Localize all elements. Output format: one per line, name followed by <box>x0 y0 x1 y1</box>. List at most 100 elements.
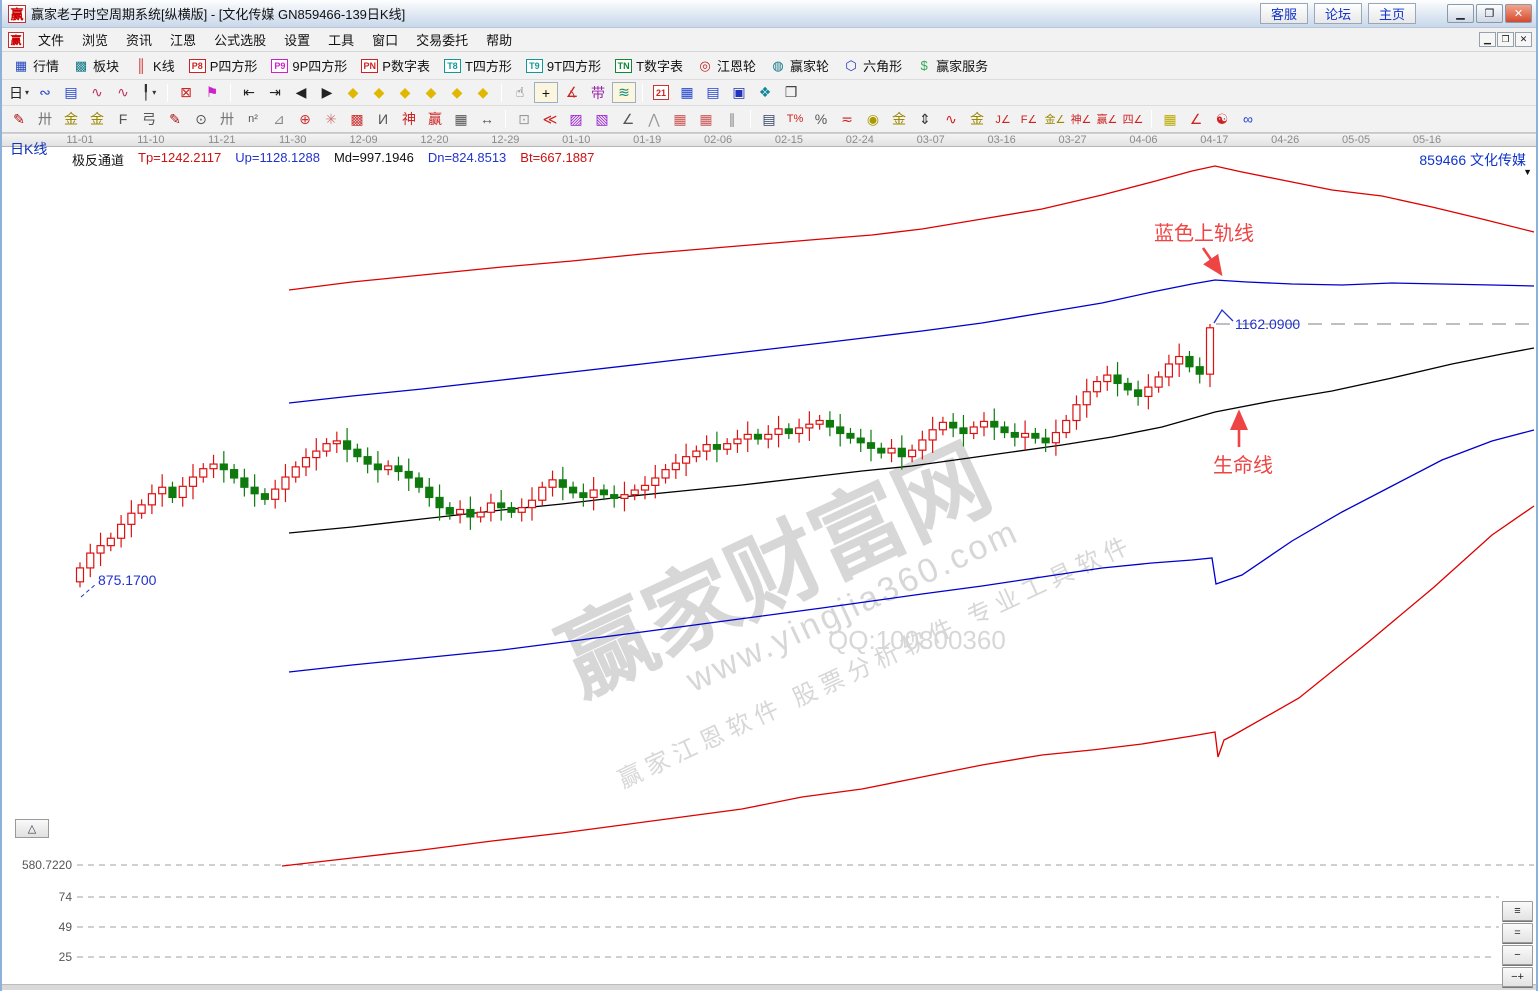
info-panel-button[interactable]: ▤ <box>59 82 83 103</box>
nav-next-button[interactable]: ▶ <box>315 82 339 103</box>
gann-box-tool[interactable]: ▩ <box>345 109 369 130</box>
menu-item-公式选股[interactable]: 公式选股 <box>205 28 275 51</box>
pen-tool[interactable]: ✎ <box>7 109 31 130</box>
formula-pattern-button[interactable]: ⊠ <box>174 82 198 103</box>
nav-last-button[interactable]: ⇥ <box>263 82 287 103</box>
gold-underline-tool[interactable]: 金 <box>965 109 989 130</box>
gold-lines-tool[interactable]: 金 <box>887 109 911 130</box>
gold-grid-tool[interactable]: 金 <box>59 109 83 130</box>
menu-item-设置[interactable]: 设置 <box>275 28 319 51</box>
t-percent-tool[interactable]: T% <box>783 109 807 130</box>
scale-medium-button[interactable]: = <box>1502 923 1533 943</box>
menu-item-帮助[interactable]: 帮助 <box>477 28 521 51</box>
minimize-button[interactable]: ▁ <box>1447 4 1474 23</box>
signal-flag-button[interactable]: ⚑ <box>200 82 224 103</box>
gann-diamond-cross-button[interactable]: ◆ <box>445 82 469 103</box>
price-arrow-tool[interactable]: ⇕ <box>913 109 937 130</box>
winner-wheel-button[interactable]: ◍赢家轮 <box>764 55 835 77</box>
angle-f-tool[interactable]: F∠ <box>1017 109 1041 130</box>
gann-diamond-h-button[interactable]: ◆ <box>393 82 417 103</box>
sectors-button[interactable]: ▩板块 <box>67 55 125 77</box>
dense-grid-tool[interactable]: ▦ <box>449 109 473 130</box>
child-restore-button[interactable]: ❐ <box>1497 32 1514 47</box>
child-close-button[interactable]: ✕ <box>1515 32 1532 47</box>
angle-ying-tool[interactable]: 赢∠ <box>1095 109 1119 130</box>
grid-yellow-tool[interactable]: ▦ <box>1158 109 1182 130</box>
box-tool[interactable]: ⊡ <box>512 109 536 130</box>
n-square-tool[interactable]: n² <box>241 109 265 130</box>
measure-pen-tool[interactable]: ✎ <box>163 109 187 130</box>
nav-first-button[interactable]: ⇤ <box>237 82 261 103</box>
square-grid2-tool[interactable]: ▦ <box>694 109 718 130</box>
gann-diamond-right-button[interactable]: ◆ <box>367 82 391 103</box>
gann-diamond-left-button[interactable]: ◆ <box>341 82 365 103</box>
angle-ruler-tool[interactable]: ⊿ <box>267 109 291 130</box>
gold-grid2-tool[interactable]: 金 <box>85 109 109 130</box>
trend-angle-tool[interactable]: ∠ <box>616 109 640 130</box>
starburst-tool[interactable]: ✳ <box>319 109 343 130</box>
mini-chart9-button[interactable]: ∿ <box>111 82 135 103</box>
scale-large-button[interactable]: ≡ <box>1502 901 1533 921</box>
ribbon-tool-button[interactable]: 带 <box>586 82 610 103</box>
calendar-button[interactable]: 21 <box>649 82 673 103</box>
spiral-tool[interactable]: 弓 <box>137 109 161 130</box>
child-minimize-button[interactable]: ▁ <box>1479 32 1496 47</box>
shen-grid-tool[interactable]: 神 <box>397 109 421 130</box>
calculator-button[interactable]: ▦ <box>675 82 699 103</box>
stock-name-label[interactable]: 859466 文化传媒 <box>1419 150 1526 170</box>
menu-item-资讯[interactable]: 资讯 <box>117 28 161 51</box>
nav-prev-button[interactable]: ◀ <box>289 82 313 103</box>
stock-dropdown-caret-icon[interactable]: ▼ <box>1523 167 1532 177</box>
width-measure-tool[interactable]: ↔ <box>475 109 499 130</box>
menu-item-窗口[interactable]: 窗口 <box>363 28 407 51</box>
gann-wheel-button[interactable]: ◎江恩轮 <box>691 55 762 77</box>
gann-diamond-all-button[interactable]: ◆ <box>471 82 495 103</box>
t9-square-button[interactable]: T99T四方形 <box>520 55 607 77</box>
fan-grid-tool[interactable]: ▧ <box>590 109 614 130</box>
gann-diamond-v-button[interactable]: ◆ <box>419 82 443 103</box>
t-square-button[interactable]: T8T四方形 <box>438 55 518 77</box>
percent-lines-tool[interactable]: ≂ <box>835 109 859 130</box>
p9-square-button[interactable]: P99P四方形 <box>265 55 353 77</box>
wave-tool[interactable]: ⋀ <box>642 109 666 130</box>
p-square-button[interactable]: P8P四方形 <box>183 55 264 77</box>
menu-item-江恩[interactable]: 江恩 <box>161 28 205 51</box>
web-station-button[interactable]: ❖ <box>753 82 777 103</box>
gold-circle-tool[interactable]: ◉ <box>861 109 885 130</box>
gann-compass-tool[interactable]: ⊕ <box>293 109 317 130</box>
percent-tool[interactable]: % <box>809 109 833 130</box>
parallel-lines-tool[interactable]: ∥ <box>720 109 744 130</box>
comb2-tool[interactable]: 卅 <box>215 109 239 130</box>
quotes-button[interactable]: ▦行情 <box>7 55 65 77</box>
home-button[interactable]: 主页 <box>1368 3 1416 24</box>
t-table-button[interactable]: TNT数字表 <box>609 55 689 77</box>
period-day-dropdown[interactable]: 日▾ <box>7 82 31 103</box>
angle-shen-tool[interactable]: 神∠ <box>1069 109 1093 130</box>
scale-adjust-button[interactable]: −+ <box>1502 967 1533 987</box>
menu-item-工具[interactable]: 工具 <box>319 28 363 51</box>
fibonacci-tool[interactable]: F <box>111 109 135 130</box>
stats-panel-tool[interactable]: ▤ <box>757 109 781 130</box>
menu-item-浏览[interactable]: 浏览 <box>73 28 117 51</box>
print-button[interactable]: ❒ <box>779 82 803 103</box>
angle-measure-button[interactable]: ∡ <box>560 82 584 103</box>
hexagon-button[interactable]: ⬡六角形 <box>837 55 908 77</box>
angle-j-tool[interactable]: J∠ <box>991 109 1015 130</box>
k-wave-tool[interactable]: И <box>371 109 395 130</box>
ying-grid-tool[interactable]: 赢 <box>423 109 447 130</box>
winner-service-button[interactable]: $赢家服务 <box>910 55 994 77</box>
crosshair-tool-button[interactable]: + <box>534 82 558 103</box>
period-label[interactable]: 日K线 <box>10 139 47 159</box>
fan-box-tool[interactable]: ▨ <box>564 109 588 130</box>
trend-percent-tool[interactable]: ∠ <box>1184 109 1208 130</box>
angle-gold-tool[interactable]: 金∠ <box>1043 109 1067 130</box>
fan-lines-tool[interactable]: ≪ <box>538 109 562 130</box>
candle-style-dropdown[interactable]: ╿▾ <box>137 82 161 103</box>
menu-item-文件[interactable]: 文件 <box>29 28 73 51</box>
mini-chart3-button[interactable]: ∿ <box>85 82 109 103</box>
p-table-button[interactable]: PNP数字表 <box>355 55 436 77</box>
menu-item-交易委托[interactable]: 交易委托 <box>407 28 477 51</box>
forum-button[interactable]: 论坛 <box>1314 3 1362 24</box>
gann-comb-tool[interactable]: 卅 <box>33 109 57 130</box>
angle-si-tool[interactable]: 四∠ <box>1121 109 1145 130</box>
